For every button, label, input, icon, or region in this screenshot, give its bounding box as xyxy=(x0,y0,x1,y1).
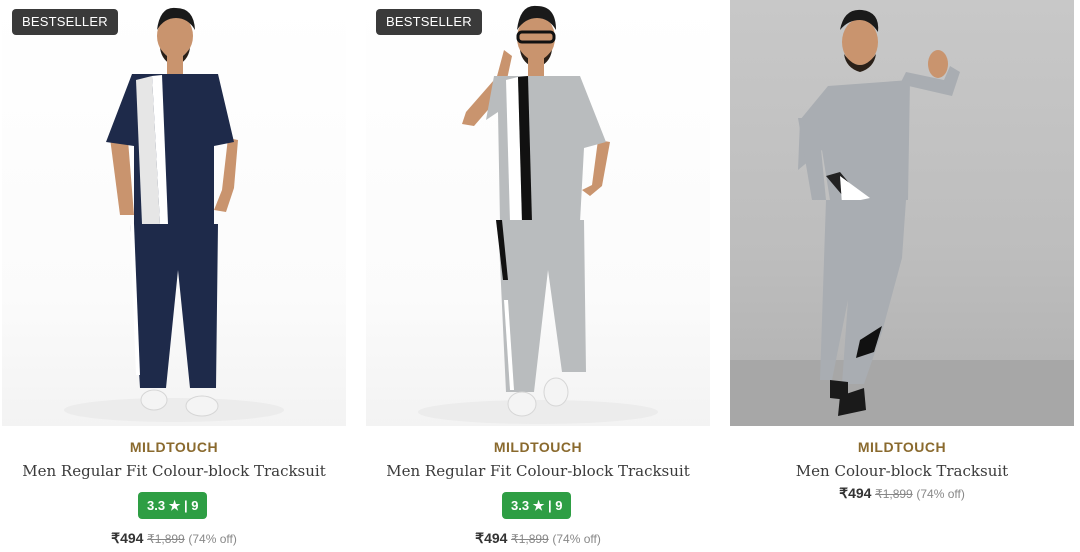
selling-price: ₹494 xyxy=(839,485,872,501)
mrp-price: ₹1,899 xyxy=(511,532,549,546)
star-icon: ★ xyxy=(168,498,181,513)
product-title[interactable]: Men Colour-block Tracksuit xyxy=(730,462,1074,480)
discount-text: (74% off) xyxy=(552,532,601,546)
product-card[interactable]: BESTSELLER MILDTOUCH Men Regular Fit Col… xyxy=(2,0,346,552)
mrp-price: ₹1,899 xyxy=(147,532,185,546)
discount-text: (74% off) xyxy=(916,487,965,501)
model-photo xyxy=(418,5,658,424)
selling-price: ₹494 xyxy=(111,530,144,546)
rating-separator: | xyxy=(183,498,188,513)
rating-separator: | xyxy=(547,498,552,513)
selling-price: ₹494 xyxy=(475,530,508,546)
brand-name: MILDTOUCH xyxy=(493,439,583,455)
model-photo xyxy=(64,7,284,422)
mrp-price: ₹1,899 xyxy=(875,487,913,501)
brand-name: MILDTOUCH xyxy=(857,439,947,455)
product-title[interactable]: Men Regular Fit Colour-block Tracksuit xyxy=(366,462,710,480)
rating-value: 3.3 xyxy=(511,498,530,513)
product-card[interactable]: MILDTOUCH Men Colour-block Tracksuit ₹49… xyxy=(730,0,1074,552)
product-image[interactable]: BESTSELLER xyxy=(2,0,346,426)
rating-count: 9 xyxy=(191,498,199,513)
rating-value: 3.3 xyxy=(147,498,166,513)
model-photo xyxy=(730,9,1074,426)
product-title[interactable]: Men Regular Fit Colour-block Tracksuit xyxy=(2,462,346,480)
product-grid: BESTSELLER MILDTOUCH Men Regular Fit Col… xyxy=(0,0,1080,552)
star-icon: ★ xyxy=(532,498,545,513)
bestseller-badge: BESTSELLER xyxy=(376,9,482,35)
product-card[interactable]: BESTSELLER MILDTOUCH Men Regular Fit Col… xyxy=(366,0,710,552)
rating-count: 9 xyxy=(555,498,563,513)
price-row: ₹494 ₹1,899 (74% off) xyxy=(366,530,710,547)
price-row: ₹494 ₹1,899 (74% off) xyxy=(730,485,1074,502)
rating-badge: 3.3 ★ | 9 xyxy=(138,492,208,519)
price-row: ₹494 ₹1,899 (74% off) xyxy=(2,530,346,547)
discount-text: (74% off) xyxy=(188,532,237,546)
brand-name: MILDTOUCH xyxy=(129,439,219,455)
product-image[interactable] xyxy=(730,0,1074,426)
bestseller-badge: BESTSELLER xyxy=(12,9,118,35)
product-image[interactable]: BESTSELLER xyxy=(366,0,710,426)
rating-badge: 3.3 ★ | 9 xyxy=(502,492,572,519)
